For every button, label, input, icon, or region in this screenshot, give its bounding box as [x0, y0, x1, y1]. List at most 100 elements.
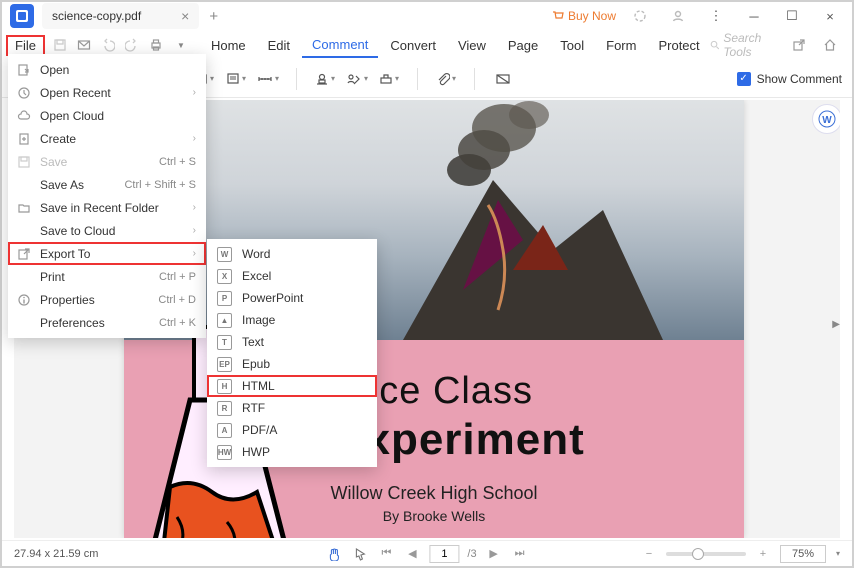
zoom-thumb[interactable] [692, 548, 704, 560]
export-rtf[interactable]: RRTF [207, 397, 377, 419]
attachment-icon[interactable]: ▾ [432, 66, 460, 92]
zoom-out-icon[interactable]: − [640, 545, 658, 563]
close-tab-icon[interactable]: × [181, 8, 189, 24]
hide-icon[interactable] [489, 66, 517, 92]
file-menu-print[interactable]: Print Ctrl + P [8, 265, 206, 288]
tab-tool[interactable]: Tool [550, 34, 594, 57]
checkbox-icon: ✓ [737, 72, 751, 86]
prev-page-icon[interactable]: ◀ [403, 545, 421, 563]
file-menu-save-in-recent-folder[interactable]: Save in Recent Folder › [8, 196, 206, 219]
format-icon: HW [217, 445, 232, 460]
close-window-button[interactable]: × [816, 2, 844, 30]
print-icon[interactable] [145, 34, 167, 56]
stamp-icon[interactable]: ▾ [311, 66, 339, 92]
chevron-right-icon: › [193, 202, 196, 213]
first-page-icon[interactable]: ⏮ [377, 545, 395, 563]
zoom-value[interactable]: 75% [780, 545, 826, 563]
more-icon[interactable]: ⋮ [702, 2, 730, 30]
page-total: /3 [467, 548, 476, 560]
select-tool-icon[interactable] [351, 545, 369, 563]
stamp2-icon[interactable]: ▾ [375, 66, 403, 92]
menu-icon [16, 269, 32, 285]
page-number-input[interactable] [429, 545, 459, 563]
format-icon: H [217, 379, 232, 394]
zoom-in-icon[interactable]: + [754, 545, 772, 563]
next-page-side-icon[interactable]: ▶ [832, 319, 840, 330]
mail-icon[interactable] [73, 34, 95, 56]
menu-icon [16, 62, 32, 78]
zoom-dropdown-icon[interactable]: ▾ [836, 549, 840, 558]
signature-icon[interactable]: ▾ [343, 66, 371, 92]
show-comment-toggle[interactable]: ✓ Show Comment [737, 72, 842, 86]
file-dropdown-menu: Open Open Recent › Open Cloud Create › S… [8, 54, 206, 338]
file-menu-export-to[interactable]: Export To › [8, 242, 206, 265]
format-icon: A [217, 423, 232, 438]
next-page-icon[interactable]: ▶ [485, 545, 503, 563]
tab-edit[interactable]: Edit [258, 34, 300, 57]
home-icon[interactable] [818, 31, 841, 59]
new-tab-button[interactable]: + [209, 8, 218, 25]
redo-icon[interactable] [121, 34, 143, 56]
export-image[interactable]: ▲Image [207, 309, 377, 331]
export-word[interactable]: WWord [207, 243, 377, 265]
chevron-right-icon: › [193, 225, 196, 236]
export-submenu: WWordXExcelPPowerPoint▲ImageTTextEPEpubH… [207, 239, 377, 467]
file-menu-save-to-cloud[interactable]: Save to Cloud › [8, 219, 206, 242]
measure-icon[interactable]: ▾ [254, 66, 282, 92]
hand-tool-icon[interactable] [325, 545, 343, 563]
tab-home[interactable]: Home [201, 34, 256, 57]
export-html[interactable]: HHTML [207, 375, 377, 397]
format-icon: P [217, 291, 232, 306]
menu-icon [16, 108, 32, 124]
search-tools-input[interactable]: Search Tools [710, 31, 780, 59]
menu-icon [16, 154, 32, 170]
tab-page[interactable]: Page [498, 34, 548, 57]
menu-icon [16, 315, 32, 331]
file-menu-open[interactable]: Open [8, 58, 206, 81]
collapse-ribbon-icon[interactable] [849, 31, 854, 59]
menu-icon [16, 177, 32, 193]
user-icon[interactable] [664, 2, 692, 30]
page-dimensions: 27.94 x 21.59 cm [14, 548, 98, 560]
menu-icon [16, 131, 32, 147]
qat-dropdown-icon[interactable]: ▼ [169, 34, 191, 56]
maximize-button[interactable]: ☐ [778, 2, 806, 30]
export-powerpoint[interactable]: PPowerPoint [207, 287, 377, 309]
save-icon[interactable] [49, 34, 71, 56]
buy-now-link[interactable]: Buy Now [552, 9, 616, 23]
export-hwp[interactable]: HWHWP [207, 441, 377, 463]
chevron-right-icon: › [193, 248, 196, 259]
format-icon: T [217, 335, 232, 350]
tab-form[interactable]: Form [596, 34, 646, 57]
tab-view[interactable]: View [448, 34, 496, 57]
format-icon: X [217, 269, 232, 284]
document-tab[interactable]: science-copy.pdf × [42, 3, 199, 29]
last-page-icon[interactable]: ⏭ [511, 545, 529, 563]
sync-icon[interactable] [626, 2, 654, 30]
file-menu-open-cloud[interactable]: Open Cloud [8, 104, 206, 127]
file-menu-save-as[interactable]: Save As Ctrl + Shift + S [8, 173, 206, 196]
zoom-slider[interactable] [666, 552, 746, 556]
tab-protect[interactable]: Protect [648, 34, 709, 57]
share-icon[interactable] [787, 31, 810, 59]
file-menu-create[interactable]: Create › [8, 127, 206, 150]
format-icon: W [217, 247, 232, 262]
file-menu-properties[interactable]: Properties Ctrl + D [8, 288, 206, 311]
file-menu-button[interactable]: File [6, 35, 45, 56]
note-icon[interactable]: ▾ [222, 66, 250, 92]
export-excel[interactable]: XExcel [207, 265, 377, 287]
file-menu-preferences[interactable]: Preferences Ctrl + K [8, 311, 206, 334]
menu-icon [16, 85, 32, 101]
export-pdfa[interactable]: APDF/A [207, 419, 377, 441]
export-text[interactable]: TText [207, 331, 377, 353]
file-menu-open-recent[interactable]: Open Recent › [8, 81, 206, 104]
word-export-badge[interactable]: W [812, 104, 840, 134]
format-icon: R [217, 401, 232, 416]
minimize-button[interactable]: ─ [740, 2, 768, 30]
export-epub[interactable]: EPEpub [207, 353, 377, 375]
mountain-shape [403, 170, 663, 340]
undo-icon[interactable] [97, 34, 119, 56]
tab-convert[interactable]: Convert [380, 34, 446, 57]
format-icon: ▲ [217, 313, 232, 328]
tab-comment[interactable]: Comment [302, 33, 378, 58]
